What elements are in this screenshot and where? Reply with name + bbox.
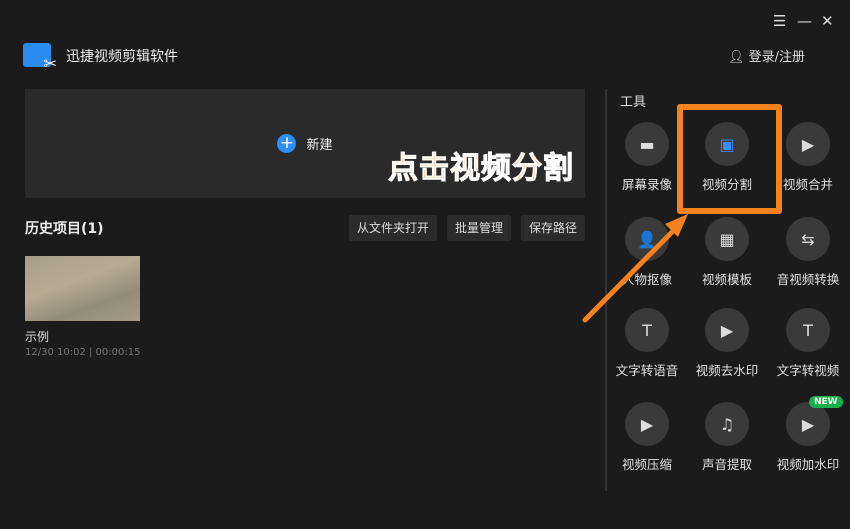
- annotation-arrow: [582, 214, 688, 323]
